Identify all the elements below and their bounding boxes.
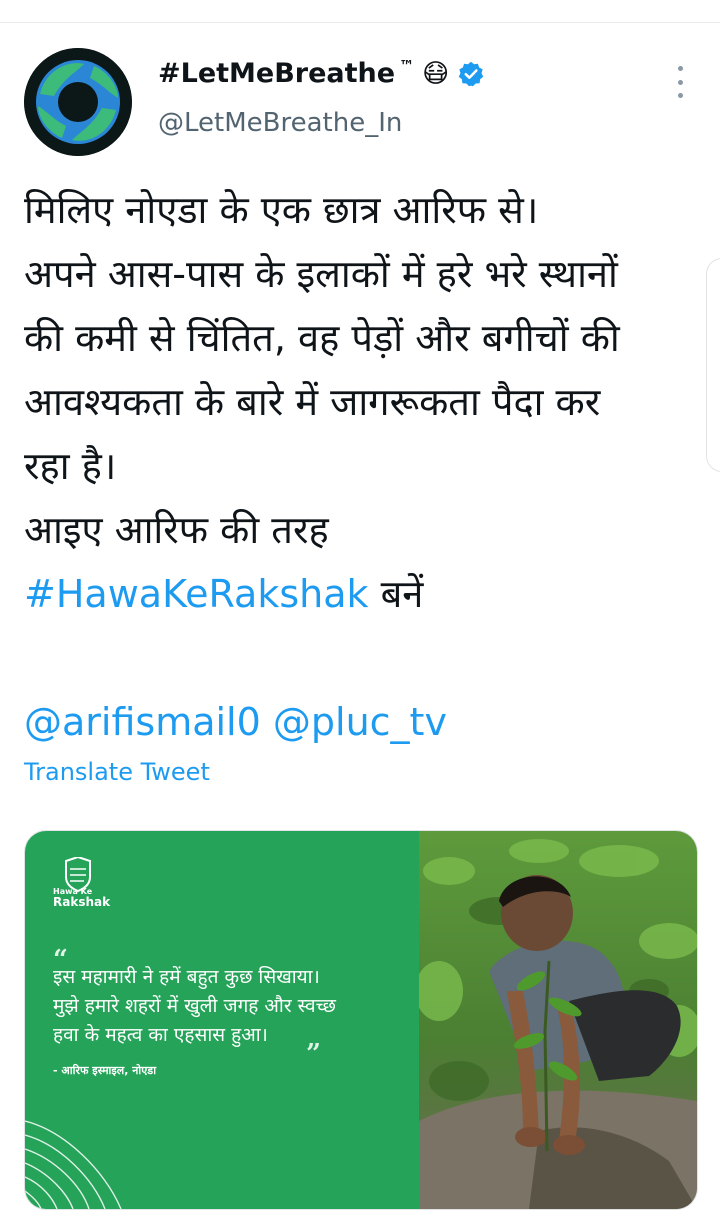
more-dot bbox=[677, 93, 683, 98]
planting-photo bbox=[419, 831, 697, 1209]
mention-link[interactable]: @pluc_tv bbox=[273, 700, 447, 744]
hashtag-suffix: बनें bbox=[368, 572, 424, 616]
quote-line: इस महामारी ने हमें बहुत कुछ सिखाया। bbox=[53, 966, 320, 988]
close-quote-mark: ” bbox=[306, 1039, 321, 1069]
author-handle[interactable]: @LetMeBreathe_In bbox=[158, 108, 402, 138]
author-display-name[interactable]: #LetMeBreathe ™ 😷 bbox=[158, 56, 485, 89]
trademark-symbol: ™ bbox=[399, 56, 415, 75]
mention-link[interactable]: @arifismail0 bbox=[24, 700, 261, 744]
tweet-line: अपने आस-पास के इलाकों में हरे भरे स्थानो… bbox=[24, 252, 618, 296]
brand-name: Hawa Ke Rakshak bbox=[53, 887, 111, 909]
tweet-line: रहा है। bbox=[24, 444, 117, 488]
side-scroll-edge bbox=[706, 258, 720, 472]
hashtag-link[interactable]: #HawaKeRakshak bbox=[24, 572, 369, 616]
quote-panel: Hawa Ke Rakshak “ इस महामारी ने हमें बहु… bbox=[25, 831, 419, 1209]
quote-line: हवा के महत्व का एहसास हुआ। bbox=[53, 1024, 268, 1046]
avatar[interactable] bbox=[24, 48, 132, 156]
mask-emoji: 😷 bbox=[422, 58, 450, 89]
tweet-media-image[interactable]: Hawa Ke Rakshak “ इस महामारी ने हमें बहु… bbox=[24, 830, 698, 1210]
brand-line: Rakshak bbox=[53, 895, 111, 909]
quote-attribution: - आरिफ इस्माइल, नोएडा bbox=[53, 1064, 157, 1077]
avatar-logo-icon bbox=[24, 48, 132, 156]
more-dot bbox=[677, 66, 683, 71]
more-vertical-icon[interactable] bbox=[668, 66, 692, 98]
top-divider bbox=[0, 22, 720, 23]
more-dot bbox=[677, 79, 683, 85]
tweet-text: मिलिए नोएडा के एक छात्र आरिफ से। अपने आस… bbox=[24, 178, 700, 754]
quote-text: इस महामारी ने हमें बहुत कुछ सिखाया। मुझे… bbox=[53, 963, 403, 1050]
tweet-line: की कमी से चिंतित, वह पेड़ों और बगीचों की bbox=[24, 316, 620, 360]
tweet-line: आइए आरिफ की तरह bbox=[24, 508, 329, 552]
verified-badge-icon bbox=[458, 61, 484, 86]
quote-line: मुझे हमारे शहरों में खुली जगह और स्वच्छ bbox=[53, 995, 336, 1017]
wave-decoration bbox=[25, 1120, 122, 1209]
hashtag-line: #HawaKeRakshak बनें bbox=[24, 562, 700, 626]
translate-tweet-link[interactable]: Translate Tweet bbox=[24, 758, 210, 786]
mentions-line: @arifismail0 @pluc_tv bbox=[24, 690, 700, 754]
display-name-text: #LetMeBreathe bbox=[158, 58, 396, 89]
tweet-line: मिलिए नोएडा के एक छात्र आरिफ से। bbox=[24, 188, 539, 232]
tweet-line: आवश्यकता के बारे में जागरूकता पैदा कर bbox=[24, 380, 601, 424]
